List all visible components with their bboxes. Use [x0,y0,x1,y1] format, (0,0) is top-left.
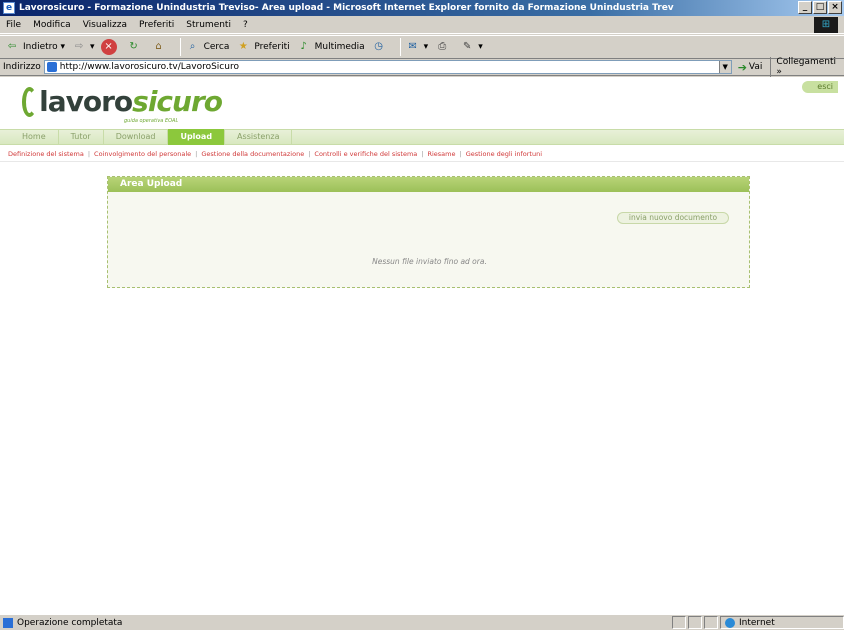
minimize-button[interactable]: _ [798,1,812,14]
page-content: esci lavorosicuro guida operativa EOAL H… [0,77,844,614]
subnav-separator: | [459,150,462,158]
print-button[interactable]: ⎙ [434,39,453,55]
back-button[interactable]: ⇦ Indietro ▾ [4,39,65,55]
menu-strumenti[interactable]: Strumenti [180,20,237,30]
security-zone: Internet [720,616,844,629]
logo-mark-icon [22,87,38,117]
go-label: Vai [748,62,763,72]
stop-button[interactable]: × [100,39,120,55]
subnav-infortuni[interactable]: Gestione degli infortuni [466,150,542,158]
refresh-icon: ↻ [129,41,138,52]
menu-visualizza[interactable]: Visualizza [77,20,133,30]
status-text: Operazione completata [17,617,123,628]
edit-button[interactable]: ✎ ▾ [459,39,483,55]
toolbar-separator [399,38,401,56]
refresh-button[interactable]: ↻ [126,39,145,55]
status-cell [672,616,686,629]
title-bar: e Lavorosicuro - Formazione Unindustria … [0,0,844,16]
back-label: Indietro [23,42,58,52]
toolbar: ⇦ Indietro ▾ ⇨ ▾ × ↻ ⌂ ⌕ Cerca ★ Preferit… [0,35,844,59]
subnav-coinvolgimento[interactable]: Coinvolgimento del personale [94,150,191,158]
mail-button[interactable]: ✉ ▾ [405,39,428,55]
go-button[interactable]: ➔ Vai [738,61,763,74]
home-icon: ⌂ [155,41,162,52]
window-controls: _ □ × [798,1,842,14]
windows-logo-icon: ⊞ [814,17,838,33]
history-icon: ◷ [374,41,384,52]
menu-modifica[interactable]: Modifica [27,20,77,30]
printer-icon: ⎙ [438,41,447,52]
multimedia-icon: ♪ [300,41,307,52]
multimedia-button[interactable]: ♪ Multimedia [296,39,365,55]
go-arrow-icon: ➔ [737,60,747,74]
toolbar-separator [179,38,181,56]
nav-download[interactable]: Download [104,129,169,145]
search-button[interactable]: ⌕ Cerca [185,39,230,55]
upload-panel: Area Upload invia nuovo documento Nessun… [107,176,750,288]
address-url: http://www.lavorosicuro.tv/LavoroSicuro [59,62,239,72]
site-logo[interactable]: lavorosicuro guida operativa EOAL [22,85,223,125]
page-icon [46,62,57,72]
stop-icon: × [100,39,117,55]
exit-link[interactable]: esci [802,81,838,93]
subnav-separator: | [87,150,91,158]
address-label: Indirizzo [3,62,41,72]
logo-tagline: guida operativa EOAL [124,118,179,124]
address-dropdown-icon[interactable]: ▼ [718,61,731,73]
edit-icon: ✎ [463,41,472,52]
forward-arrow-icon: ⇨ [74,41,84,52]
subnav-separator: | [195,150,198,158]
menu-bar: File Modifica Visualizza Preferiti Strum… [0,16,844,34]
page-done-icon [3,617,13,628]
address-bar: Indirizzo http://www.lavorosicuro.tv/Lav… [0,57,844,77]
nav-assistenza[interactable]: Assistenza [225,129,293,145]
divider [0,161,844,162]
sub-nav: Definizione del sistema | Coinvolgimento… [8,148,838,160]
status-cell [688,616,702,629]
logo-accent: sicuro [132,85,223,118]
upload-panel-title: Area Upload [108,177,749,192]
menu-preferiti[interactable]: Preferiti [133,20,180,30]
nav-upload[interactable]: Upload [168,129,226,145]
status-bar: Operazione completata Internet [0,614,844,630]
maximize-button[interactable]: □ [813,1,827,14]
favorites-label: Preferiti [254,42,290,52]
logo-text: lavorosicuro [39,85,223,119]
favorites-button[interactable]: ★ Preferiti [235,39,290,55]
subnav-separator: | [308,150,311,158]
links-button[interactable]: Collegamenti » [770,57,844,77]
nav-tutor[interactable]: Tutor [59,129,104,145]
subnav-gestione-documentazione[interactable]: Gestione della documentazione [201,150,304,158]
status-cell [704,616,718,629]
zone-label: Internet [739,617,775,628]
nav-home[interactable]: Home [10,129,59,145]
search-icon: ⌕ [189,41,196,52]
window-title: Lavorosicuro - Formazione Unindustria Tr… [19,3,674,13]
subnav-controlli[interactable]: Controlli e verifiche del sistema [314,150,417,158]
menu-file[interactable]: File [0,20,27,30]
subnav-definizione[interactable]: Definizione del sistema [8,150,84,158]
multimedia-label: Multimedia [314,42,365,52]
upload-document-button[interactable]: invia nuovo documento [617,212,729,224]
ie-icon: e [3,2,15,14]
mail-icon: ✉ [408,41,417,52]
history-button[interactable]: ◷ [371,39,390,55]
back-arrow-icon: ⇦ [7,41,17,52]
address-input[interactable]: http://www.lavorosicuro.tv/LavoroSicuro … [43,60,732,74]
star-icon: ★ [238,41,248,52]
logo-main: lavoro [39,85,133,118]
main-nav: Home Tutor Download Upload Assistenza [0,129,844,145]
subnav-riesame[interactable]: Riesame [427,150,455,158]
search-label: Cerca [203,42,230,52]
forward-button[interactable]: ⇨ ▾ [71,39,95,55]
empty-state-message: Nessun file inviato fino ad ora. [372,257,487,266]
subnav-separator: | [421,150,424,158]
menu-help[interactable]: ? [237,20,254,30]
close-button[interactable]: × [828,1,842,14]
status-cells: Internet [670,616,844,629]
home-button[interactable]: ⌂ [151,39,170,55]
links-label: Collegamenti [776,57,837,67]
globe-icon [725,617,735,628]
